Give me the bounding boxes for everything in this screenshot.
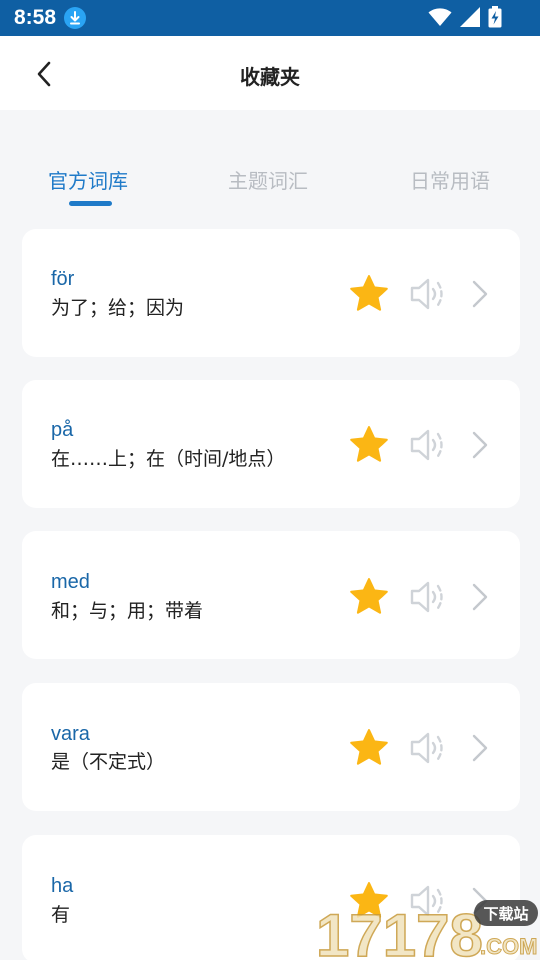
star-icon[interactable] bbox=[349, 425, 389, 465]
download-icon bbox=[64, 7, 87, 29]
word-meaning: 为了；给；因为 bbox=[51, 297, 185, 319]
active-tab-indicator bbox=[69, 201, 112, 206]
speaker-icon[interactable] bbox=[408, 426, 446, 464]
tab-topic-vocabulary[interactable]: 主题词汇 bbox=[228, 165, 308, 194]
chevron-right-icon[interactable] bbox=[468, 733, 492, 763]
status-bar: 8:58 bbox=[0, 0, 540, 36]
status-icons bbox=[428, 6, 502, 28]
nav-bar: 收藏夹 bbox=[0, 36, 540, 110]
word-text: på bbox=[51, 419, 74, 441]
word-meaning: 在……上；在（时间/地点） bbox=[51, 448, 286, 470]
word-meaning: 是（不定式） bbox=[51, 751, 166, 773]
watermark-badge: 下载站 bbox=[483, 905, 528, 923]
star-icon[interactable] bbox=[349, 274, 389, 314]
wifi-icon bbox=[428, 8, 452, 26]
watermark-domain: .COM bbox=[480, 934, 537, 959]
word-meaning: 和；与；用；带着 bbox=[51, 600, 204, 622]
word-text: vara bbox=[51, 723, 90, 745]
battery-charging-icon bbox=[488, 6, 502, 28]
tab-official-vocabulary[interactable]: 官方词库 bbox=[48, 165, 128, 194]
category-tabs: 官方词库 主题词汇 日常用语 bbox=[0, 110, 540, 220]
word-text: för bbox=[51, 268, 75, 290]
star-icon[interactable] bbox=[349, 577, 389, 617]
chevron-right-icon[interactable] bbox=[468, 279, 492, 309]
favorite-word-card[interactable]: på 在……上；在（时间/地点） bbox=[22, 380, 520, 508]
chevron-right-icon[interactable] bbox=[468, 430, 492, 460]
speaker-icon[interactable] bbox=[408, 578, 446, 616]
favorite-word-card[interactable]: för 为了；给；因为 bbox=[22, 229, 520, 357]
chevron-right-icon[interactable] bbox=[468, 582, 492, 612]
site-watermark-logo: 17178 下载站 .COM bbox=[315, 900, 538, 960]
signal-icon bbox=[460, 7, 480, 27]
favorite-word-card[interactable]: med 和；与；用；带着 bbox=[22, 531, 520, 659]
tab-daily-phrases[interactable]: 日常用语 bbox=[410, 165, 490, 194]
page-title: 收藏夹 bbox=[240, 65, 300, 89]
word-text: ha bbox=[51, 875, 74, 897]
favorite-word-card[interactable]: vara 是（不定式） bbox=[22, 683, 520, 811]
watermark-number: 17178 bbox=[316, 902, 483, 960]
star-icon[interactable] bbox=[349, 728, 389, 768]
speaker-icon[interactable] bbox=[408, 275, 446, 313]
word-text: med bbox=[51, 571, 90, 593]
speaker-icon[interactable] bbox=[408, 729, 446, 767]
status-time: 8:58 bbox=[14, 6, 57, 29]
word-meaning: 有 bbox=[51, 904, 71, 926]
